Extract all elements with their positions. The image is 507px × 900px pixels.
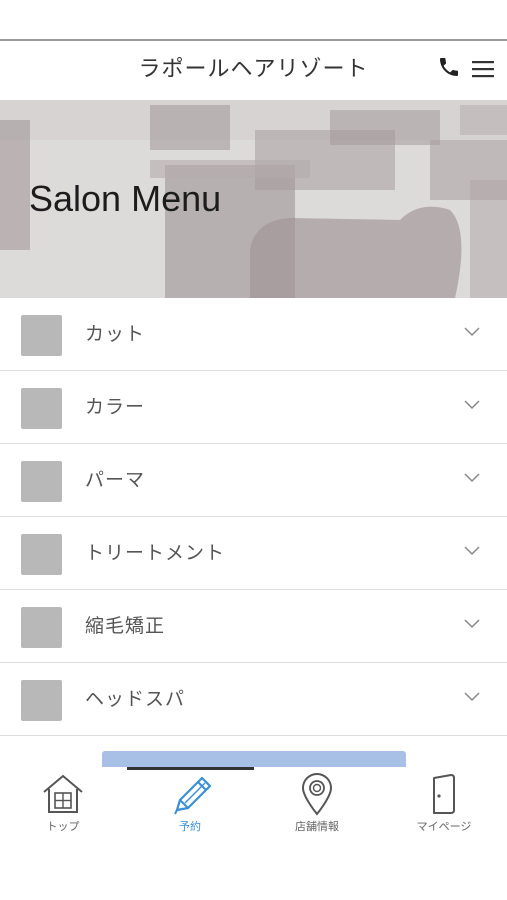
menu-item-label: ヘッドスパ bbox=[85, 688, 186, 710]
hero-banner: Salon Menu bbox=[0, 100, 507, 298]
map-pin-icon bbox=[301, 773, 333, 816]
menu-item-treatment[interactable]: トリートメント bbox=[0, 517, 507, 590]
menu-thumbnail bbox=[21, 461, 62, 502]
menu-item-label: カラー bbox=[85, 396, 146, 418]
app-title: ラポールヘアリゾート bbox=[138, 57, 369, 82]
menu-item-label: 縮毛矯正 bbox=[85, 615, 166, 637]
chevron-down-icon[interactable] bbox=[463, 472, 481, 484]
menu-item-straightening[interactable]: 縮毛矯正 bbox=[0, 590, 507, 663]
menu-thumbnail bbox=[21, 534, 62, 575]
menu-thumbnail bbox=[21, 315, 62, 356]
active-tab-indicator bbox=[127, 767, 254, 770]
tab-label: 店舗情報 bbox=[295, 820, 339, 833]
tab-my-page[interactable]: マイページ bbox=[381, 772, 507, 842]
tab-top[interactable]: トップ bbox=[0, 772, 126, 842]
menu-item-cut[interactable]: カット bbox=[0, 298, 507, 371]
tab-reservation[interactable]: 予約 bbox=[127, 772, 253, 842]
door-icon bbox=[433, 774, 455, 814]
menu-thumbnail bbox=[21, 680, 62, 721]
menu-item-perm[interactable]: パーマ bbox=[0, 444, 507, 517]
tab-store-info[interactable]: 店舗情報 bbox=[254, 772, 380, 842]
menu-item-head-spa[interactable]: ヘッドスパ bbox=[0, 663, 507, 736]
menu-item-label: トリートメント bbox=[85, 542, 226, 564]
menu-thumbnail bbox=[21, 388, 62, 429]
tab-label: トップ bbox=[46, 820, 80, 833]
menu-item-label: カット bbox=[85, 323, 146, 345]
chevron-down-icon[interactable] bbox=[463, 545, 481, 557]
menu-item-color[interactable]: カラー bbox=[0, 371, 507, 444]
chevron-down-icon[interactable] bbox=[463, 691, 481, 703]
menu-item-label: パーマ bbox=[85, 469, 146, 491]
tab-label: 予約 bbox=[179, 820, 201, 833]
app-header: ラポールヘアリゾート bbox=[0, 39, 507, 100]
home-icon bbox=[43, 774, 83, 813]
hero-title: Salon Menu bbox=[29, 178, 222, 219]
status-bar bbox=[0, 0, 507, 39]
salon-menu-list: カット カラー パーマ トリートメント 縮毛矯正 ヘッドスパ bbox=[0, 298, 507, 736]
pencil-icon bbox=[174, 776, 212, 815]
phone-icon[interactable] bbox=[437, 55, 461, 79]
hamburger-menu-icon[interactable] bbox=[472, 60, 494, 78]
chevron-down-icon[interactable] bbox=[463, 618, 481, 630]
chevron-down-icon[interactable] bbox=[463, 326, 481, 338]
menu-thumbnail bbox=[21, 607, 62, 648]
bottom-tab-bar: トップ 予約 店舗情報 マイページ bbox=[0, 767, 507, 900]
tab-label: マイページ bbox=[416, 820, 472, 833]
chevron-down-icon[interactable] bbox=[463, 399, 481, 411]
